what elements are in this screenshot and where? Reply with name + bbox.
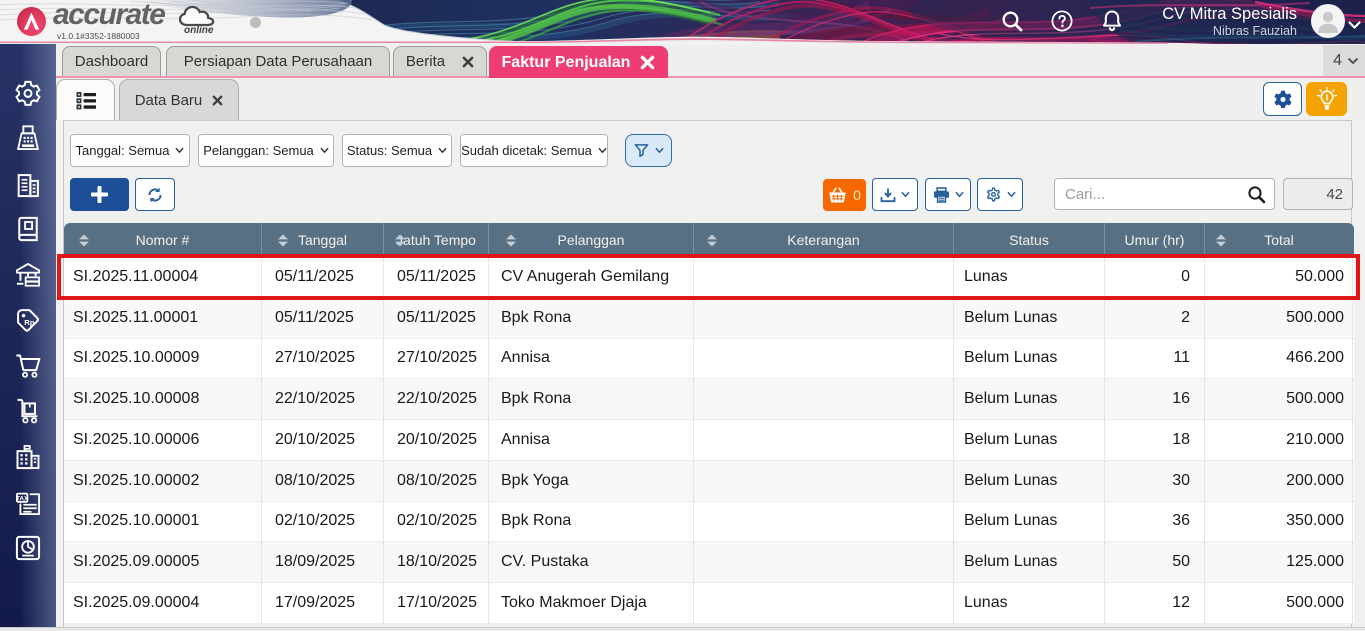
svg-text:Rp: Rp (24, 318, 34, 327)
svg-text:TAX: TAX (16, 495, 29, 502)
